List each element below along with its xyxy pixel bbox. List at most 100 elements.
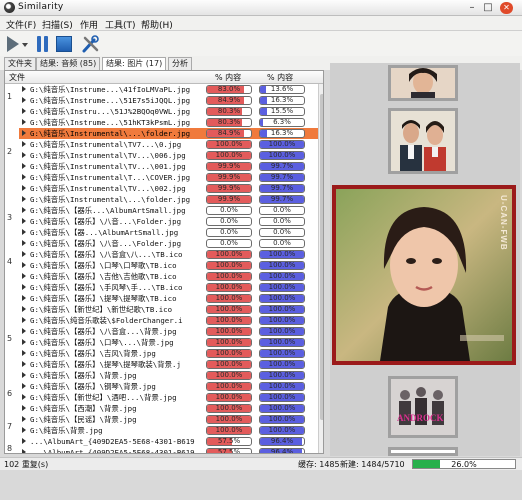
table-row[interactable]: G:\纯音乐\【器乐】\八音...\Folder.jpg 0.0% 0.0% — [19, 216, 319, 227]
table-row[interactable]: G:\纯音乐\纯音乐歌装\$FolderChanger.i 100.0% 100.0… — [19, 315, 319, 326]
expand-arrow-icon[interactable] — [22, 317, 26, 323]
preview-main-image[interactable]: U-CAN-FWB — [332, 185, 516, 365]
expand-arrow-icon[interactable] — [22, 372, 26, 378]
table-row[interactable]: G:\纯音乐\Instrumental\...\folder.jpg 99.9% 9… — [19, 194, 319, 205]
stop-icon[interactable] — [56, 36, 72, 52]
tab-audio-results[interactable]: 结果: 音频 (85) — [36, 57, 101, 70]
expand-arrow-icon[interactable] — [22, 97, 26, 103]
table-row[interactable]: G:\纯音乐\【器乐】\八音盒\八...\TB.ico 100.0% 100.0% — [19, 249, 319, 260]
expand-arrow-icon[interactable] — [22, 306, 26, 312]
pause-icon[interactable] — [37, 36, 49, 52]
expand-arrow-icon[interactable] — [22, 130, 26, 136]
expand-arrow-icon[interactable] — [22, 328, 26, 334]
table-row[interactable]: G:\纯音乐\【器乐...\AlbumArtSmall.jpg 0.0% 0.0% — [19, 205, 319, 216]
table-row[interactable]: G:\纯音乐\【新世纪】\新世纪歌\TB.ico 100.0% 100.0% — [19, 304, 319, 315]
table-row[interactable]: G:\纯音乐\【新世纪】\酒吧...\背景.jpg 100.0% 100.0% — [19, 392, 319, 403]
expand-arrow-icon[interactable] — [22, 383, 26, 389]
table-row[interactable]: G:\纯音乐\【器乐】\背景.jpg 100.0% 100.0% — [19, 370, 319, 381]
table-row[interactable]: G:\纯音乐\【器乐】\吉风\背景.jpg 100.0% 100.0% — [19, 348, 319, 359]
table-row[interactable]: G:\纯音乐\【器乐】\提琴\提琴歌\TB.ico 100.0% 100.0% — [19, 293, 319, 304]
expand-arrow-icon[interactable] — [22, 273, 26, 279]
expand-arrow-icon[interactable] — [22, 350, 26, 356]
table-row[interactable]: G:\纯音乐\Instrumental\TV...\001.jpg 99.9% 99… — [19, 161, 319, 172]
table-row[interactable]: G:\纯音乐\【器乐】\口琴\...\背景.jpg 100.0% 100.0% — [19, 337, 319, 348]
expand-arrow-icon[interactable] — [22, 361, 26, 367]
expand-arrow-icon[interactable] — [22, 339, 26, 345]
preview-thumbnail[interactable] — [388, 65, 458, 101]
table-row[interactable]: G:\纯音乐\【器乐】\八音...\Folder.jpg 0.0% 0.0% — [19, 238, 319, 249]
expand-arrow-icon[interactable] — [22, 295, 26, 301]
scrollbar-thumb[interactable] — [320, 94, 323, 420]
table-row[interactable]: G:\纯音乐\Instrume...\51E7s5iJQQL.jpg 84.9% 1… — [19, 95, 319, 106]
expand-arrow-icon[interactable] — [22, 196, 26, 202]
table-row[interactable]: G:\纯音乐\【西潮】\背景.jpg 100.0% 100.0% — [19, 403, 319, 414]
title-bar: Similarity – □ ✕ — [0, 0, 522, 16]
expand-arrow-icon[interactable] — [22, 240, 26, 246]
table-row[interactable]: G:\纯音乐\【器乐】\钢琴\背景.jpg 100.0% 100.0% — [19, 381, 319, 392]
bar-percent-text: 0.0% — [273, 239, 291, 247]
table-row[interactable]: G:\纯音乐\【器乐】\八音盒...\背景.jpg 100.0% 100.0% — [19, 326, 319, 337]
chevron-down-icon[interactable] — [22, 43, 28, 47]
expand-arrow-icon[interactable] — [22, 86, 26, 92]
table-row[interactable]: G:\纯音乐\Instrume...\41fIoLMVaPL.jpg 83.0% 1… — [19, 84, 319, 95]
expand-arrow-icon[interactable] — [22, 427, 26, 433]
expand-arrow-icon[interactable] — [22, 416, 26, 422]
preview-thumbnail[interactable] — [388, 108, 458, 174]
expand-arrow-icon[interactable] — [22, 438, 26, 444]
tools-icon[interactable] — [81, 34, 101, 54]
menu-file[interactable]: 文件(F) — [6, 18, 36, 31]
preview-thumbnail[interactable]: ANDROCK — [388, 376, 458, 438]
maximize-button[interactable]: □ — [482, 2, 494, 13]
table-row[interactable]: G:\纯音乐\Instrume...\51hKT3kPsmL.jpg 80.3% 6… — [19, 117, 319, 128]
table-row[interactable]: G:\纯音乐\【器乐】\口琴\口琴歌\TB.ico 100.0% 100.0% — [19, 260, 319, 271]
expand-arrow-icon[interactable] — [22, 394, 26, 400]
expand-arrow-icon[interactable] — [22, 207, 26, 213]
preview-pane: U-CAN-FWB ANDROCK — [330, 63, 520, 456]
expand-arrow-icon[interactable] — [22, 229, 26, 235]
column-file[interactable]: 文件 — [9, 72, 25, 83]
table-row[interactable]: G:\纯音乐\Instru...\51J%2BQOq0VWL.jpg 80.3% 1… — [19, 106, 319, 117]
preview-thumbnail[interactable] — [388, 447, 458, 456]
table-row[interactable]: G:\纯音乐\【器乐】\吉他\吉他歌\TB.ico 100.0% 100.0% — [19, 271, 319, 282]
table-row[interactable]: G:\纯音乐\【器乐】\提琴\提琴歌装\背景.j 100.0% 100.0% — [19, 359, 319, 370]
table-row[interactable]: G:\纯音乐\Instrumental\T...\COVER.jpg 99.9% 9… — [19, 172, 319, 183]
table-row[interactable]: ...\AlbumArt_{409D2EA5-5E68-4301-B619 57.… — [19, 436, 319, 447]
tab-image-results[interactable]: 结果: 图片 (17) — [102, 57, 167, 71]
table-row[interactable]: G:\纯音乐\【民谣】\背景.jpg 100.0% 100.0% — [19, 414, 319, 425]
expand-arrow-icon[interactable] — [22, 405, 26, 411]
expand-arrow-icon[interactable] — [22, 119, 26, 125]
column-content-a[interactable]: % 内容 — [215, 72, 241, 83]
table-row[interactable]: G:\纯音乐\【器乐】\手风琴\手...\TB.ico 100.0% 100.0% — [19, 282, 319, 293]
menu-action[interactable]: 作用 — [80, 18, 98, 31]
expand-arrow-icon[interactable] — [22, 152, 26, 158]
expand-arrow-icon[interactable] — [22, 218, 26, 224]
content-similarity-bar: 100.0% — [259, 305, 305, 314]
menu-tools[interactable]: 工具(T) — [105, 18, 136, 31]
expand-arrow-icon[interactable] — [22, 163, 26, 169]
table-row[interactable]: G:\纯音乐\Instrumental\TV...\006.jpg 100.0% 1… — [19, 150, 319, 161]
expand-arrow-icon[interactable] — [22, 108, 26, 114]
minimize-button[interactable]: – — [466, 2, 478, 13]
table-row[interactable]: G:\纯音乐\【器...\AlbumArtSmall.jpg 0.0% 0.0% — [19, 227, 319, 238]
column-content-b[interactable]: % 内容 — [267, 72, 293, 83]
tab-folders[interactable]: 文件夹 — [4, 57, 36, 70]
table-row[interactable]: ...\AlbumArt_{409D2EA5-5E68-4301-B619 57.… — [19, 447, 319, 453]
tab-analysis[interactable]: 分析 — [168, 57, 192, 70]
menu-scan[interactable]: 扫描(S) — [42, 18, 73, 31]
expand-arrow-icon[interactable] — [22, 284, 26, 290]
expand-arrow-icon[interactable] — [22, 141, 26, 147]
vertical-scrollbar[interactable] — [318, 84, 323, 453]
table-row[interactable]: G:\纯音乐\Instrumental\TV...\002.jpg 99.9% 99… — [19, 183, 319, 194]
file-path: G:\纯音乐\【器乐】\钢琴\背景.jpg — [30, 382, 156, 391]
table-row[interactable]: G:\纯音乐\Instrumental\TV7...\0.jpg 100.0% 10… — [19, 139, 319, 150]
table-row[interactable]: G:\纯音乐\Instrumental\...\folder.jpg 84.9% 1… — [19, 128, 319, 139]
expand-arrow-icon[interactable] — [22, 174, 26, 180]
start-scan-icon[interactable] — [7, 36, 19, 52]
expand-arrow-icon[interactable] — [22, 251, 26, 257]
close-button[interactable]: ✕ — [500, 2, 513, 14]
table-row[interactable]: G:\纯音乐\背景.jpg 100.0% 100.0% — [19, 425, 319, 436]
expand-arrow-icon[interactable] — [22, 185, 26, 191]
expand-arrow-icon[interactable] — [22, 262, 26, 268]
menu-help[interactable]: 帮助(H) — [141, 18, 173, 31]
expand-arrow-icon[interactable] — [22, 449, 26, 453]
